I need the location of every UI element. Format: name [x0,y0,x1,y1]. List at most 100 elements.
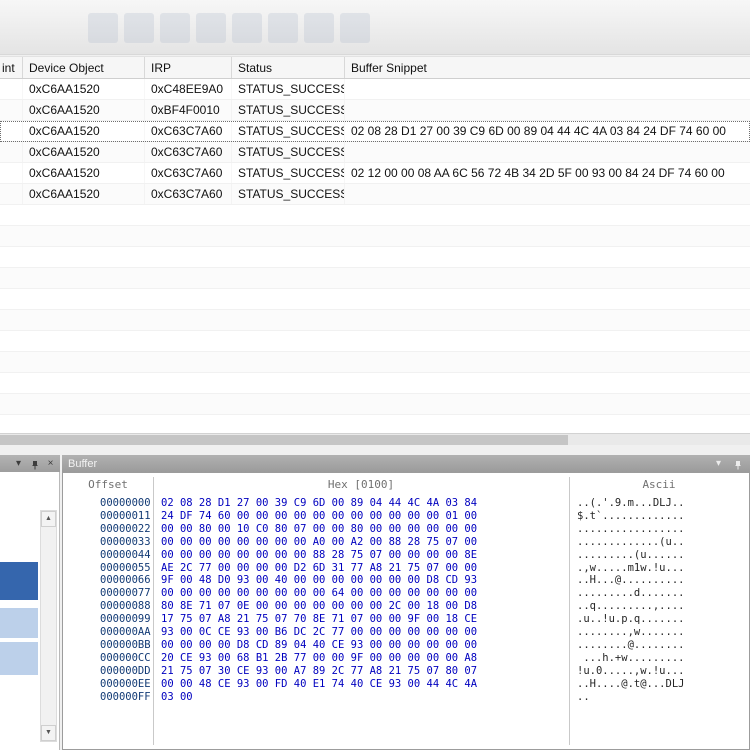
hex-column-hex: Hex [0100] [327,477,395,491]
table-cell [345,142,750,162]
hex-view[interactable]: Offset Hex [0100] Ascii 00000000 02 08 28… [62,472,750,750]
toolbar-icon[interactable] [196,13,226,43]
toolbar-icon[interactable] [268,13,298,43]
table-row[interactable]: 0xC6AA1520 0xC63C7A60 STATUS_SUCCESS 02 08 … [0,121,750,142]
table-row-empty[interactable] [0,310,750,331]
hex-ascii: ........@........ [577,638,685,651]
table-cell: STATUS_SUCCESS [232,100,345,120]
hex-row: 00000044 00 00 00 00 00 00 00 00 88 28 75… [63,549,749,562]
horizontal-scrollbar[interactable] [0,433,750,445]
hex-bytes: 9F 00 48 D0 93 00 40 00 00 00 00 00 00 0… [161,574,478,587]
hex-offset: 00000055 [100,561,151,574]
column-header[interactable]: int [0,57,23,78]
list-item-selected[interactable] [0,562,38,600]
hex-ascii: .,w.....m1w.!u... [577,561,685,574]
toolbar-icon[interactable] [232,13,262,43]
toolbar-icon[interactable] [88,13,118,43]
chevron-down-icon[interactable]: ▾ [712,456,725,471]
table-cell: 0xC63C7A60 [145,184,232,204]
vertical-scrollbar[interactable]: ▲ ▼ [40,510,57,742]
table-row-empty[interactable] [0,373,750,394]
close-icon[interactable]: × [45,456,56,471]
table-cell [0,163,23,183]
table-row-empty[interactable] [0,415,750,433]
table-cell: 0xC48EE9A0 [145,79,232,99]
hex-ascii: .. [577,690,590,703]
hex-bytes: 20 CE 93 00 68 B1 2B 77 00 00 9F 00 00 0… [161,651,478,664]
hex-ascii: .........(u...... [577,548,685,561]
hex-column-offset: Offset [88,477,128,491]
hex-offset: 000000DD [100,664,151,677]
left-dock-panel: ▾ × ▲ ▼ [0,455,60,750]
hex-ascii: .u..!u.p.q....... [577,613,685,626]
hex-ascii: ..(.'.9.m...DLJ.. [577,497,685,509]
table-row[interactable]: 0xC6AA1520 0xC63C7A60 STATUS_SUCCESS 02 12 … [0,163,750,184]
table-cell: 0xC6AA1520 [23,100,145,120]
table-cell [0,121,23,141]
hex-offset: 00000066 [100,574,151,587]
hex-row: 00000077 00 00 00 00 00 00 00 00 00 64 00… [63,587,749,600]
hex-offset: 000000FF [100,690,151,703]
hex-row: 00000000 02 08 28 D1 27 00 39 C9 6D 00 89… [63,497,749,510]
pin-icon[interactable] [29,458,40,470]
table-row-empty[interactable] [0,331,750,352]
hex-offset: 000000EE [100,677,151,690]
hex-offset: 000000AA [100,626,151,639]
table-row-empty[interactable] [0,394,750,415]
scroll-up-icon[interactable]: ▲ [41,511,56,527]
table-row-empty[interactable] [0,205,750,226]
table-cell: STATUS_SUCCESS [232,142,345,162]
hex-offset: 00000000 [100,497,151,509]
buffer-panel-titlebar[interactable]: Buffer ▾ [62,455,750,472]
toolbar-icon[interactable] [304,13,334,43]
table-cell: STATUS_SUCCESS [232,163,345,183]
table-cell: 0xC6AA1520 [23,79,145,99]
hex-bytes: 02 08 28 D1 27 00 39 C9 6D 00 89 04 44 4… [161,497,478,509]
toolbar-icon[interactable] [124,13,154,43]
hex-bytes: 00 00 00 00 00 00 00 00 00 64 00 00 00 0… [161,587,478,600]
table-cell: STATUS_SUCCESS [232,121,345,141]
dock-splitter[interactable] [0,445,750,455]
table-cell [0,100,23,120]
hex-ascii: $.t`............. [577,509,685,522]
column-header[interactable]: IRP [145,57,232,78]
horizontal-scrollbar-thumb[interactable] [0,435,568,445]
list-item[interactable] [0,608,38,638]
list-item[interactable] [0,642,38,675]
chevron-down-icon[interactable]: ▾ [13,456,24,471]
column-header[interactable]: Device Object [23,57,145,78]
toolbar [0,0,750,55]
hex-ascii: ........,w....... [577,626,685,639]
pin-icon[interactable] [731,458,744,470]
irp-grid-header: int Device Object IRP Status Buffer Snippet [0,56,750,79]
hex-row: 000000BB 00 00 00 00 D8 CD 89 04 40 CE 93… [63,639,749,652]
buffer-panel-title: Buffer [68,457,98,470]
toolbar-icon[interactable] [340,13,370,43]
table-row-empty[interactable] [0,352,750,373]
hex-offset: 00000099 [100,613,151,626]
table-row[interactable]: 0xC6AA1520 0xC63C7A60 STATUS_SUCCESS [0,184,750,205]
table-cell: 0xC63C7A60 [145,163,232,183]
toolbar-icon[interactable] [160,13,190,43]
table-row[interactable]: 0xC6AA1520 0xBF4F0010 STATUS_SUCCESS [0,100,750,121]
column-header[interactable]: Status [232,57,345,78]
table-cell: 0xC6AA1520 [23,163,145,183]
table-row[interactable]: 0xC6AA1520 0xC63C7A60 STATUS_SUCCESS [0,142,750,163]
hex-bytes: 03 00 [161,690,193,703]
hex-bytes: 21 75 07 30 CE 93 00 A7 89 2C 77 A8 21 7… [161,664,478,677]
left-dock-titlebar[interactable]: ▾ × [0,455,60,472]
hex-offset: 000000BB [100,638,151,651]
column-header[interactable]: Buffer Snippet [345,57,750,78]
hex-row: 000000DD 21 75 07 30 CE 93 00 A7 89 2C 77… [63,665,749,678]
table-cell [345,184,750,204]
table-row-empty[interactable] [0,226,750,247]
table-row[interactable]: 0xC6AA1520 0xC48EE9A0 STATUS_SUCCESS [0,79,750,100]
table-cell: STATUS_SUCCESS [232,79,345,99]
hex-bytes: 93 00 0C CE 93 00 B6 DC 2C 77 00 00 00 0… [161,626,478,639]
table-row-empty[interactable] [0,247,750,268]
hex-ascii: ..H....@.t@...DLJ [577,677,685,690]
table-row-empty[interactable] [0,268,750,289]
scroll-down-icon[interactable]: ▼ [41,725,56,741]
hex-bytes: 00 00 00 00 00 00 00 00 88 28 75 07 00 0… [161,548,478,561]
table-row-empty[interactable] [0,289,750,310]
